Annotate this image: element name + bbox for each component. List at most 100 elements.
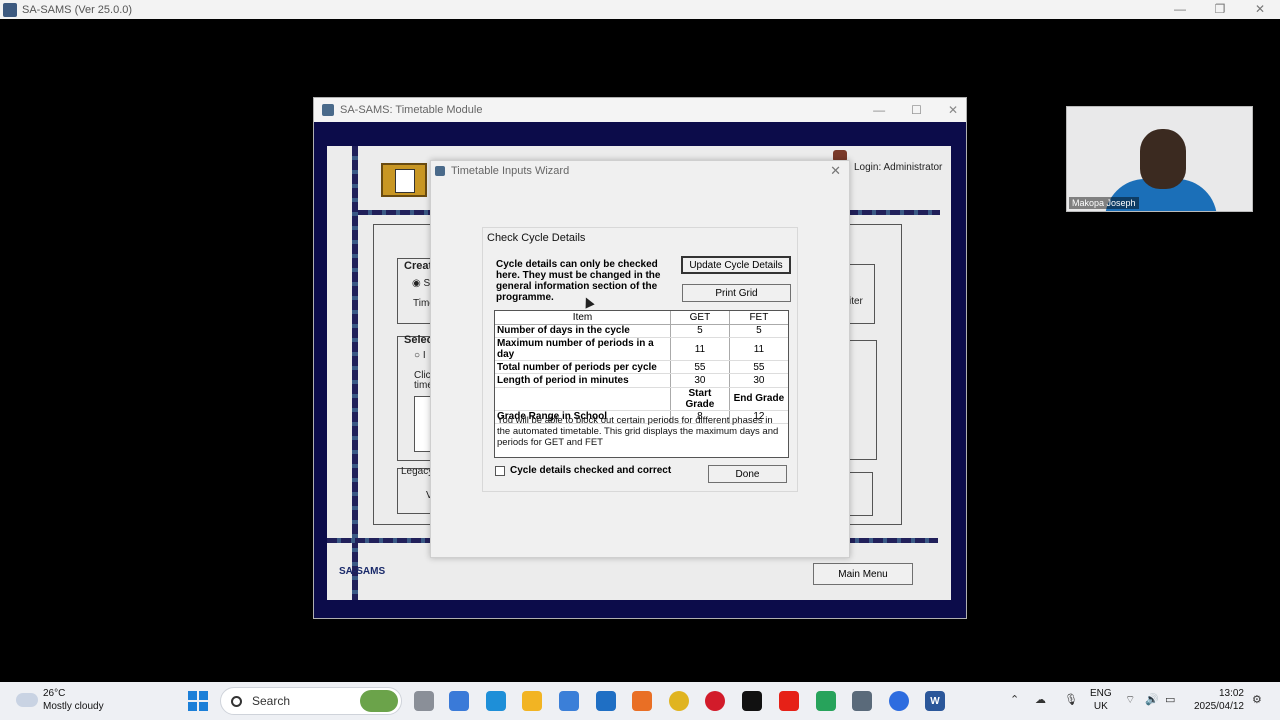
cycle-checked-checkbox[interactable] — [495, 466, 505, 476]
clock-time: 13:02 — [1218, 688, 1244, 699]
task-view-icon[interactable] — [414, 691, 434, 711]
file-explorer-icon[interactable] — [522, 691, 542, 711]
iter-label: iter — [849, 296, 863, 307]
tiktok-icon[interactable] — [742, 691, 762, 711]
get-value: 5 — [670, 324, 730, 339]
login-label: Login: Administrator — [854, 162, 943, 173]
presenter-head — [1140, 129, 1186, 189]
start-grade-header: Start Grade — [670, 387, 730, 411]
mail-icon[interactable] — [596, 691, 616, 711]
column-header: FET — [729, 311, 788, 325]
clock-date: 2025/04/12 — [1193, 701, 1244, 712]
app-window-controls: — ❐ ✕ — [1160, 0, 1280, 19]
volume-icon[interactable]: 🔊 — [1145, 693, 1159, 706]
copilot-icon[interactable] — [449, 691, 469, 711]
radio-option-icon[interactable]: ○ I — [414, 350, 426, 361]
microphone-icon[interactable]: 🎙 — [1064, 693, 1078, 706]
wizard-title: Timetable Inputs Wizard — [451, 165, 570, 177]
print-grid-button[interactable]: Print Grid — [682, 284, 791, 302]
webcam-overlay: Makopa Joseph — [1066, 106, 1253, 212]
row-item: Maximum number of periods in a day — [495, 337, 672, 362]
end-grade-header: End Grade — [729, 387, 788, 411]
done-button[interactable]: Done — [708, 465, 787, 483]
get-value: 55 — [670, 360, 730, 375]
minimize-icon[interactable]: — — [873, 98, 885, 122]
search-icon — [231, 695, 242, 707]
edge-icon[interactable] — [486, 691, 506, 711]
language-indicator[interactable]: ENG UK — [1090, 687, 1112, 713]
check-cycle-details-group: Check Cycle Details Cycle details can on… — [482, 227, 798, 492]
app-titlebar: SA-SAMS (Ver 25.0.0) — ❐ ✕ — [0, 0, 1280, 19]
search-input[interactable]: Search — [220, 687, 402, 715]
table-row: Length of period in minutes 30 30 — [495, 373, 788, 388]
create-label: Creat — [404, 260, 433, 272]
get-value: 11 — [670, 337, 730, 362]
select-label: Selec — [404, 334, 433, 346]
cycle-details-grid: Item GET FET Number of days in the cycle… — [494, 310, 789, 458]
minimize-icon[interactable]: — — [1160, 0, 1200, 19]
close-icon[interactable]: ✕ — [830, 163, 841, 179]
zoom-icon[interactable] — [889, 691, 909, 711]
taskbar: 26°C Mostly cloudy Search W ⌃ ☁ 🎙 ENG UK… — [0, 682, 1280, 720]
app-icon — [3, 2, 17, 17]
wifi-icon[interactable]: ⌔ — [1125, 693, 1135, 707]
timetable-window-controls: — ☐ ✕ — [873, 98, 958, 122]
fet-value: 5 — [729, 324, 788, 339]
sa-sams-icon[interactable] — [852, 691, 872, 711]
weather-temp: 26°C — [43, 688, 66, 699]
table-row: Total number of periods per cycle 55 55 — [495, 360, 788, 375]
restore-icon[interactable]: ❐ — [1200, 0, 1240, 19]
get-value: 30 — [670, 373, 730, 388]
weather-widget[interactable]: 26°C Mostly cloudy — [16, 687, 104, 713]
table-header-row: Item GET FET — [495, 311, 788, 325]
timetable-window-icon — [322, 104, 334, 116]
check-cycle-details-label: Check Cycle Details — [487, 232, 586, 244]
chevron-up-icon[interactable]: ⌃ — [1010, 693, 1019, 706]
chrome-icon[interactable] — [669, 691, 689, 711]
timetable-inputs-wizard: Timetable Inputs Wizard ✕ Check Cycle De… — [430, 160, 850, 558]
close-icon[interactable]: ✕ — [1240, 0, 1280, 19]
clock[interactable]: 13:02 2025/04/12 — [1192, 687, 1244, 713]
wizard-icon — [435, 166, 445, 176]
firefox-icon[interactable] — [632, 691, 652, 711]
row-item: Length of period in minutes — [495, 373, 672, 388]
row-item: Total number of periods per cycle — [495, 360, 672, 375]
timetable-window-title: SA-SAMS: Timetable Module — [340, 104, 483, 116]
store-icon[interactable] — [559, 691, 579, 711]
radio-option-icon[interactable]: ◉ S — [412, 278, 430, 289]
cycle-checked-label: Cycle details checked and correct — [510, 465, 672, 476]
search-placeholder: Search — [252, 694, 291, 708]
weather-cloud-icon — [16, 687, 38, 707]
weather-desc: Mostly cloudy — [43, 701, 104, 712]
grid-note: You will be able to block out certain pe… — [497, 415, 779, 448]
opera-icon[interactable] — [705, 691, 725, 711]
right-list — [849, 340, 877, 460]
legacy-label: Legacy — [401, 466, 434, 477]
wizard-titlebar: Timetable Inputs Wizard ✕ — [431, 161, 849, 181]
table-row: Maximum number of periods in a day 11 11 — [495, 337, 788, 362]
word-icon[interactable]: W — [925, 691, 945, 711]
start-button-icon[interactable] — [188, 691, 208, 711]
row-item: Number of days in the cycle — [495, 324, 672, 339]
settings-icon[interactable]: ⚙ — [1252, 693, 1262, 706]
fet-value: 30 — [729, 373, 788, 388]
column-header: Item — [495, 311, 672, 325]
webcam-name: Makopa Joseph — [1069, 197, 1139, 209]
update-cycle-details-button[interactable]: Update Cycle Details — [681, 256, 791, 274]
cloud-icon[interactable]: ☁ — [1035, 693, 1046, 706]
cycle-notice-text: Cycle details can only be checked here. … — [496, 259, 661, 303]
cycle-table: Item GET FET Number of days in the cycle… — [495, 311, 788, 424]
app-icon[interactable] — [816, 691, 836, 711]
timetable-logo-icon — [381, 163, 427, 197]
table-row: Number of days in the cycle 5 5 — [495, 324, 788, 339]
right-lower-panel — [847, 472, 873, 516]
maximize-icon[interactable]: ☐ — [911, 98, 922, 122]
timetable-titlebar: SA-SAMS: Timetable Module — ☐ ✕ — [314, 98, 966, 122]
battery-icon[interactable]: ▭ — [1165, 693, 1175, 706]
search-highlight-icon — [360, 690, 398, 712]
brand-label: SA-SAMS — [339, 566, 386, 577]
close-icon[interactable]: ✕ — [948, 98, 958, 122]
youtube-icon[interactable] — [779, 691, 799, 711]
main-menu-button[interactable]: Main Menu — [813, 563, 913, 585]
fet-value: 11 — [729, 337, 788, 362]
